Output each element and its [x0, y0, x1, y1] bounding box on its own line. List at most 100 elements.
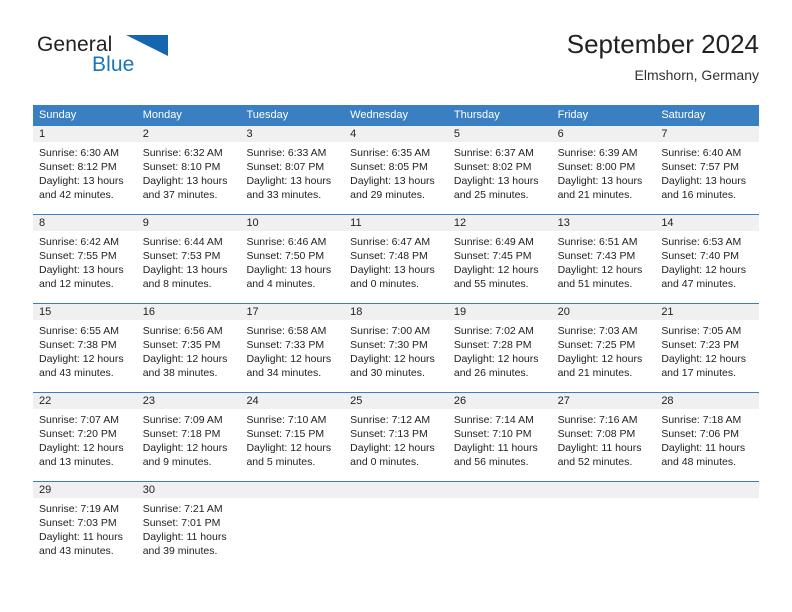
- daylight-text-line1: Daylight: 11 hours: [39, 531, 123, 543]
- day-cell[interactable]: Sunrise: 7:02 AM Sunset: 7:28 PM Dayligh…: [448, 320, 552, 392]
- day-cell-empty: [240, 498, 344, 570]
- day-number[interactable]: 6: [552, 126, 656, 142]
- day-cell[interactable]: Sunrise: 7:14 AM Sunset: 7:10 PM Dayligh…: [448, 409, 552, 481]
- day-cell[interactable]: Sunrise: 7:10 AM Sunset: 7:15 PM Dayligh…: [240, 409, 344, 481]
- sunset-text: Sunset: 7:33 PM: [246, 339, 325, 351]
- day-cell[interactable]: Sunrise: 7:18 AM Sunset: 7:06 PM Dayligh…: [655, 409, 759, 481]
- day-cell[interactable]: Sunrise: 7:05 AM Sunset: 7:23 PM Dayligh…: [655, 320, 759, 392]
- sunset-text: Sunset: 7:38 PM: [39, 339, 117, 351]
- day-number-empty: [448, 482, 552, 498]
- day-cell[interactable]: Sunrise: 7:07 AM Sunset: 7:20 PM Dayligh…: [33, 409, 137, 481]
- daylight-text-line2: and 26 minutes.: [453, 367, 529, 379]
- day-cell[interactable]: Sunrise: 7:12 AM Sunset: 7:13 PM Dayligh…: [344, 409, 448, 481]
- day-header-wednesday: Wednesday: [350, 109, 409, 121]
- day-number[interactable]: 7: [655, 126, 759, 142]
- logo-text-general: General: [37, 33, 113, 56]
- day-number[interactable]: 1: [33, 126, 137, 142]
- day-number[interactable]: 13: [552, 215, 656, 231]
- day-cell[interactable]: Sunrise: 6:37 AM Sunset: 8:02 PM Dayligh…: [448, 142, 552, 214]
- sunset-text: Sunset: 7:20 PM: [39, 428, 117, 440]
- day-number[interactable]: 8: [33, 215, 137, 231]
- daylight-text-line2: and 21 minutes.: [557, 367, 633, 379]
- day-number[interactable]: 23: [137, 393, 241, 409]
- day-cell[interactable]: Sunrise: 7:00 AM Sunset: 7:30 PM Dayligh…: [344, 320, 448, 392]
- week-row: 15 16 17 18 19 20 21 Sunrise: 6:55 AM Su…: [33, 303, 759, 392]
- sunrise-text: Sunrise: 6:30 AM: [39, 147, 119, 159]
- daylight-text-line1: Daylight: 12 hours: [246, 353, 332, 365]
- week-detail-row: Sunrise: 7:19 AM Sunset: 7:03 PM Dayligh…: [33, 498, 759, 570]
- day-number[interactable]: 5: [448, 126, 552, 142]
- day-cell[interactable]: Sunrise: 6:53 AM Sunset: 7:40 PM Dayligh…: [655, 231, 759, 303]
- day-number[interactable]: 4: [344, 126, 448, 142]
- sunset-text: Sunset: 7:35 PM: [142, 339, 221, 351]
- sunset-text: Sunset: 8:07 PM: [246, 161, 325, 173]
- day-cell[interactable]: Sunrise: 6:46 AM Sunset: 7:50 PM Dayligh…: [240, 231, 344, 303]
- sunrise-text: Sunrise: 7:18 AM: [661, 414, 742, 426]
- day-number[interactable]: 22: [33, 393, 137, 409]
- daylight-text-line2: and 12 minutes.: [39, 278, 114, 290]
- day-cell[interactable]: Sunrise: 6:39 AM Sunset: 8:00 PM Dayligh…: [552, 142, 656, 214]
- day-cell[interactable]: Sunrise: 6:56 AM Sunset: 7:35 PM Dayligh…: [137, 320, 241, 392]
- daylight-text-line1: Daylight: 13 hours: [350, 175, 435, 187]
- day-cell[interactable]: Sunrise: 6:58 AM Sunset: 7:33 PM Dayligh…: [240, 320, 344, 392]
- daylight-text-line1: Daylight: 11 hours: [142, 531, 227, 543]
- day-cell[interactable]: Sunrise: 7:16 AM Sunset: 7:08 PM Dayligh…: [552, 409, 656, 481]
- day-number[interactable]: 26: [448, 393, 552, 409]
- sunrise-text: Sunrise: 6:39 AM: [557, 147, 638, 159]
- day-cell[interactable]: Sunrise: 6:30 AM Sunset: 8:12 PM Dayligh…: [33, 142, 137, 214]
- day-number[interactable]: 28: [655, 393, 759, 409]
- day-number[interactable]: 25: [344, 393, 448, 409]
- sunset-text: Sunset: 7:08 PM: [557, 428, 636, 440]
- day-number[interactable]: 30: [137, 482, 241, 498]
- daylight-text-line2: and 16 minutes.: [661, 189, 737, 201]
- sunset-text: Sunset: 7:50 PM: [246, 250, 325, 262]
- day-cell[interactable]: Sunrise: 6:35 AM Sunset: 8:05 PM Dayligh…: [344, 142, 448, 214]
- sunset-text: Sunset: 7:18 PM: [142, 428, 221, 440]
- week-detail-row: Sunrise: 7:07 AM Sunset: 7:20 PM Dayligh…: [33, 409, 759, 481]
- day-cell[interactable]: Sunrise: 7:21 AM Sunset: 7:01 PM Dayligh…: [137, 498, 241, 570]
- day-cell[interactable]: Sunrise: 6:32 AM Sunset: 8:10 PM Dayligh…: [137, 142, 241, 214]
- day-cell[interactable]: Sunrise: 7:03 AM Sunset: 7:25 PM Dayligh…: [552, 320, 656, 392]
- day-cell[interactable]: Sunrise: 7:09 AM Sunset: 7:18 PM Dayligh…: [137, 409, 241, 481]
- sunset-text: Sunset: 7:45 PM: [453, 250, 532, 262]
- daylight-text-line2: and 52 minutes.: [557, 456, 633, 468]
- day-number[interactable]: 29: [33, 482, 137, 498]
- day-number[interactable]: 18: [344, 304, 448, 320]
- day-cell[interactable]: Sunrise: 6:42 AM Sunset: 7:55 PM Dayligh…: [33, 231, 137, 303]
- daylight-text-line1: Daylight: 11 hours: [661, 442, 746, 454]
- day-number[interactable]: 10: [240, 215, 344, 231]
- daylight-text-line1: Daylight: 12 hours: [39, 353, 124, 365]
- day-number[interactable]: 3: [240, 126, 344, 142]
- day-number[interactable]: 17: [240, 304, 344, 320]
- day-cell[interactable]: Sunrise: 6:33 AM Sunset: 8:07 PM Dayligh…: [240, 142, 344, 214]
- day-cell[interactable]: Sunrise: 7:19 AM Sunset: 7:03 PM Dayligh…: [33, 498, 137, 570]
- day-cell[interactable]: Sunrise: 6:44 AM Sunset: 7:53 PM Dayligh…: [137, 231, 241, 303]
- day-number[interactable]: 12: [448, 215, 552, 231]
- day-number[interactable]: 20: [552, 304, 656, 320]
- day-number[interactable]: 15: [33, 304, 137, 320]
- day-cell-empty: [655, 498, 759, 570]
- daylight-text-line1: Daylight: 12 hours: [557, 264, 643, 276]
- day-number[interactable]: 19: [448, 304, 552, 320]
- daylight-text-line1: Daylight: 13 hours: [39, 264, 124, 276]
- day-cell[interactable]: Sunrise: 6:40 AM Sunset: 7:57 PM Dayligh…: [655, 142, 759, 214]
- sunrise-text: Sunrise: 6:56 AM: [142, 325, 223, 337]
- sunset-text: Sunset: 7:40 PM: [661, 250, 739, 262]
- day-cell[interactable]: Sunrise: 6:51 AM Sunset: 7:43 PM Dayligh…: [552, 231, 656, 303]
- logo-text-blue: Blue: [92, 53, 135, 76]
- day-number[interactable]: 2: [137, 126, 241, 142]
- daylight-text-line1: Daylight: 13 hours: [661, 175, 746, 187]
- day-number[interactable]: 27: [552, 393, 656, 409]
- day-number[interactable]: 24: [240, 393, 344, 409]
- general-blue-logo[interactable]: General Blue: [33, 34, 233, 90]
- day-number[interactable]: 11: [344, 215, 448, 231]
- day-number[interactable]: 14: [655, 215, 759, 231]
- sunset-text: Sunset: 8:05 PM: [350, 161, 428, 173]
- day-number[interactable]: 21: [655, 304, 759, 320]
- day-number[interactable]: 16: [137, 304, 241, 320]
- day-cell[interactable]: Sunrise: 6:47 AM Sunset: 7:48 PM Dayligh…: [344, 231, 448, 303]
- title-block: September 2024 Elmshorn, Germany: [567, 29, 759, 84]
- day-cell[interactable]: Sunrise: 6:55 AM Sunset: 7:38 PM Dayligh…: [33, 320, 137, 392]
- day-cell[interactable]: Sunrise: 6:49 AM Sunset: 7:45 PM Dayligh…: [448, 231, 552, 303]
- day-number[interactable]: 9: [137, 215, 241, 231]
